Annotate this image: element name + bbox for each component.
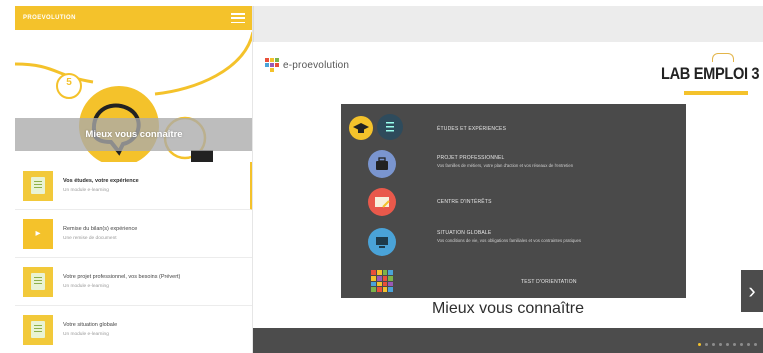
- hero-number-badge: 5: [66, 77, 72, 88]
- module-thumb: [23, 266, 53, 297]
- module-subtitle: Une remise de document: [63, 236, 117, 241]
- menu-item-sub: Vos familles de métiers, votre plan d'ac…: [437, 163, 574, 168]
- menu-item-projet[interactable]: PROJET PROFESSIONNEL Vos familles de mét…: [341, 144, 686, 182]
- hero-banner: Mieux vous connaître 5: [15, 30, 252, 162]
- hamburger-menu-icon[interactable]: [231, 13, 245, 23]
- menu-item-label: PROJET PROFESSIONNEL: [437, 155, 505, 161]
- lab-logo-bar: [684, 91, 748, 95]
- module-title: Remise du bilan(s) expérience: [63, 226, 138, 232]
- module-thumb: [23, 314, 53, 345]
- chevron-right-icon: ›: [748, 278, 756, 303]
- notebook-icon: [368, 188, 396, 216]
- slide-content: e-proevolution LAB EMPLOI 3 ÉTUDES ET EX…: [253, 42, 763, 328]
- list-icon: [377, 114, 403, 140]
- menu-item-test[interactable]: TEST D'ORIENTATION: [341, 266, 686, 296]
- menu-item-label: CENTRE D'INTÉRÊTS: [437, 199, 492, 205]
- pager-dot[interactable]: [740, 343, 743, 346]
- pager-dot[interactable]: [698, 343, 701, 346]
- mosaic-icon: [371, 270, 393, 292]
- briefcase-icon: [368, 150, 396, 178]
- lab-logo-arch: [712, 53, 734, 62]
- pager-dot[interactable]: [719, 343, 722, 346]
- hero-title: Mieux vous connaître: [85, 129, 183, 140]
- menu-item-etudes[interactable]: ÉTUDES ET EXPÉRIENCES: [341, 110, 686, 144]
- module-title: Votre situation globale: [63, 322, 118, 328]
- menu-item-label: SITUATION GLOBALE: [437, 230, 492, 236]
- document-icon: [31, 177, 45, 194]
- menu-item-situation[interactable]: SITUATION GLOBALE Vos conditions de vie,…: [341, 222, 686, 262]
- pager-dot[interactable]: [726, 343, 729, 346]
- module-thumb: [23, 170, 53, 201]
- eproevolution-logo: e-proevolution: [265, 58, 349, 72]
- graduation-cap-icon: [349, 116, 373, 140]
- computer-icon: [368, 228, 396, 256]
- module-item-etudes[interactable]: Vos études, votre expérience Un module e…: [15, 162, 252, 210]
- logo-mark-icon: [265, 58, 281, 72]
- module-item-projet[interactable]: Votre projet professionnel, vos besoins …: [15, 258, 252, 306]
- slide-menu-panel: ÉTUDES ET EXPÉRIENCES PROJET PROFESSIONN…: [341, 104, 686, 298]
- pager-dot[interactable]: [705, 343, 708, 346]
- module-subtitle: Un module e-learning: [63, 284, 109, 289]
- menu-item-label: TEST D'ORIENTATION: [521, 279, 577, 285]
- app-window: Mieux vous connaître 5 PROEVOLUTION Vos …: [0, 0, 763, 353]
- pager-dot[interactable]: [733, 343, 736, 346]
- pager-dot[interactable]: [754, 343, 757, 346]
- module-list: Vos études, votre expérience Un module e…: [15, 162, 252, 353]
- pager-dot[interactable]: [712, 343, 715, 346]
- pager-dot[interactable]: [747, 343, 750, 346]
- module-item-remise[interactable]: ▸ Remise du bilan(s) expérience Une remi…: [15, 210, 252, 258]
- active-tab-indicator: [25, 30, 73, 34]
- brand-label: PROEVOLUTION: [23, 15, 76, 21]
- document-icon: [31, 321, 45, 338]
- content-header-area: [253, 6, 763, 42]
- sidebar: Mieux vous connaître 5 PROEVOLUTION Vos …: [15, 6, 253, 353]
- module-title: Vos études, votre expérience: [63, 178, 139, 184]
- lab-title: LAB EMPLOI 3: [661, 64, 760, 83]
- menu-item-sub: Vos conditions de vie, vos obligations f…: [437, 238, 582, 243]
- slide-caption: Mieux vous connaître: [431, 300, 585, 317]
- logo-text: e-proevolution: [283, 59, 350, 71]
- arrow-right-icon: ▸: [35, 227, 41, 239]
- module-item-situation[interactable]: Votre situation globale Un module e-lear…: [15, 306, 252, 353]
- slide-pager[interactable]: [698, 343, 757, 346]
- next-slide-button[interactable]: ›: [741, 270, 763, 312]
- module-thumb: ▸: [23, 218, 53, 249]
- menu-item-label: ÉTUDES ET EXPÉRIENCES: [437, 126, 507, 132]
- menu-item-interets[interactable]: CENTRE D'INTÉRÊTS: [341, 184, 686, 220]
- document-icon: [31, 273, 45, 290]
- hero-title-band: Mieux vous connaître: [15, 118, 252, 151]
- module-title: Votre projet professionnel, vos besoins …: [63, 274, 181, 280]
- module-subtitle: Un module e-learning: [63, 188, 109, 193]
- sidebar-topbar: PROEVOLUTION: [15, 6, 252, 30]
- player-bottom-bar: [253, 328, 763, 353]
- module-subtitle: Un module e-learning: [63, 332, 109, 337]
